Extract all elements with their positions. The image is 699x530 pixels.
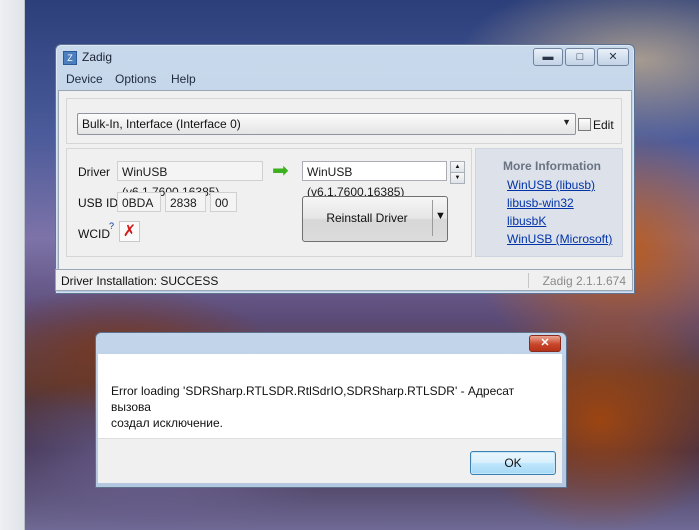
usb-mi-field: 00	[210, 192, 237, 212]
version-text: Zadig 2.1.1.674	[542, 274, 626, 288]
wcid-help-link[interactable]: ?	[109, 221, 114, 231]
menu-help[interactable]: Help	[171, 72, 196, 86]
status-text: Driver Installation: SUCCESS	[61, 274, 219, 288]
usb-pid-field: 2838	[165, 192, 206, 212]
dialog-close-button[interactable]: ✕	[529, 335, 561, 352]
background-window-edge	[0, 0, 25, 530]
driver-label: Driver	[78, 165, 110, 179]
split-divider	[432, 200, 433, 236]
menu-device[interactable]: Device	[66, 72, 103, 86]
link-winusb-libusb[interactable]: WinUSB (libusb)	[507, 178, 595, 192]
usb-vid-field: 0BDA	[117, 192, 161, 212]
link-libusbk[interactable]: libusbK	[507, 214, 546, 228]
ok-button[interactable]: OK	[470, 451, 556, 475]
spin-down-icon[interactable]: ▼	[450, 172, 465, 184]
maximize-button[interactable]: □	[565, 48, 595, 66]
zadig-client-area: Bulk-In, Interface (Interface 0) ▼ Edit …	[58, 90, 632, 272]
window-title: Zadig	[82, 50, 113, 64]
close-button[interactable]: ✕	[597, 48, 629, 66]
chevron-down-icon: ▼	[562, 117, 571, 127]
device-select[interactable]: Bulk-In, Interface (Interface 0) ▼	[77, 113, 576, 135]
edit-checkbox[interactable]	[578, 118, 591, 131]
dialog-footer: OK	[98, 438, 562, 483]
dropdown-arrow-icon[interactable]: ▼	[435, 210, 446, 222]
link-libusb-win32[interactable]: libusb-win32	[507, 196, 574, 210]
menu-bar: Device Options Help	[57, 69, 633, 89]
status-divider	[528, 273, 529, 288]
status-bar: Driver Installation: SUCCESS Zadig 2.1.1…	[55, 269, 633, 291]
usbid-label: USB ID	[78, 196, 119, 210]
edit-label: Edit	[593, 118, 614, 132]
error-message: Error loading 'SDRSharp.RTLSDR.RtlSdrIO,…	[111, 383, 556, 431]
menu-options[interactable]: Options	[115, 72, 156, 86]
target-driver-field[interactable]: WinUSB (v6.1.7600.16385)	[302, 161, 447, 199]
reinstall-driver-label: Reinstall Driver	[326, 211, 408, 225]
current-driver-field: WinUSB (v6.1.7600.16385)	[117, 161, 263, 199]
more-info-panel: More Information WinUSB (libusb) libusb-…	[475, 148, 623, 257]
wcid-status-icon: ✗	[119, 221, 140, 242]
wcid-label: WCID	[78, 227, 110, 241]
error-dialog: ✕ Error loading 'SDRSharp.RTLSDR.RtlSdrI…	[95, 332, 567, 488]
minimize-button[interactable]: ▬	[533, 48, 563, 66]
dialog-body: Error loading 'SDRSharp.RTLSDR.RtlSdrIO,…	[98, 354, 562, 438]
device-select-value: Bulk-In, Interface (Interface 0)	[82, 117, 241, 131]
more-info-title: More Information	[503, 159, 601, 173]
reinstall-driver-button[interactable]: Reinstall Driver ▼	[302, 196, 448, 242]
zadig-titlebar[interactable]: Z Zadig ▬ □ ✕	[56, 45, 634, 69]
error-message-line-1: Error loading 'SDRSharp.RTLSDR.RtlSdrIO,…	[111, 384, 515, 414]
zadig-app-icon: Z	[63, 51, 77, 65]
arrow-right-icon: ➡	[272, 160, 289, 182]
error-message-line-2: создал исключение.	[111, 416, 224, 430]
link-winusb-microsoft[interactable]: WinUSB (Microsoft)	[507, 232, 612, 246]
